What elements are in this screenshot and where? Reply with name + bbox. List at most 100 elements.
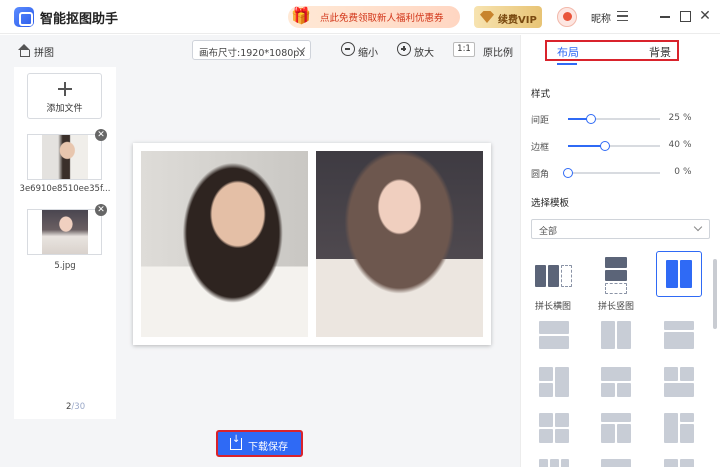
diamond-icon (480, 11, 494, 23)
border-slider[interactable]: 边框 40 % (531, 139, 711, 153)
spacing-slider[interactable]: 间距 25 % (531, 112, 711, 126)
template-long-vertical[interactable] (593, 253, 639, 299)
template-block (601, 459, 631, 467)
corner-radius-slider[interactable]: 圆角 0 % (531, 166, 711, 180)
template-block (539, 367, 553, 381)
style-section-title: 样式 (531, 89, 551, 100)
settings-panel: 布局 背景 样式 间距 25 % 边框 40 % 圆角 0 % 选择模板 全部 (520, 35, 720, 467)
zoom-out-button[interactable]: 缩小 (358, 44, 378, 59)
template-block (535, 265, 546, 287)
canvas-toolbar: 拼图 画布尺寸:1920*1080px 缩小 放大 1:1 原比例 (0, 35, 520, 67)
template-block (664, 332, 694, 349)
zoom-in-button[interactable]: 放大 (414, 44, 434, 59)
download-label: 下载保存 (248, 442, 288, 453)
template-block (555, 429, 569, 443)
template-block (664, 459, 678, 467)
slider-unit: % (683, 167, 692, 177)
template-option[interactable] (593, 363, 639, 409)
template-block (548, 265, 559, 287)
template-option[interactable] (656, 455, 702, 467)
template-block (601, 383, 615, 397)
slider-value: 25 (668, 113, 680, 123)
template-filter-select[interactable]: 全部 (531, 219, 710, 239)
file-count: 2/30 (66, 402, 85, 412)
template-option[interactable] (593, 409, 639, 455)
template-option[interactable] (656, 409, 702, 455)
file-thumbnail[interactable]: ✕ (27, 129, 107, 180)
minimize-icon[interactable] (658, 9, 672, 23)
template-label: 拼长横图 (535, 302, 572, 312)
template-block (605, 270, 627, 281)
slider-track[interactable] (568, 141, 660, 151)
download-save-button[interactable]: 下载保存 (216, 430, 303, 457)
remove-file-icon[interactable]: ✕ (95, 204, 107, 216)
slider-label: 边框 (531, 143, 550, 153)
slider-handle[interactable] (563, 168, 573, 178)
canvas-size-select[interactable]: 画布尺寸:1920*1080px (192, 40, 311, 60)
tab-background[interactable]: 背景 (649, 44, 671, 60)
breadcrumb[interactable]: 拼图 (34, 44, 54, 59)
download-icon (230, 434, 242, 450)
template-label: 拼长竖图 (598, 302, 635, 312)
template-block (664, 383, 694, 397)
home-icon[interactable] (18, 44, 30, 57)
collage-photo[interactable] (316, 151, 483, 337)
zoom-in-icon[interactable] (397, 42, 411, 56)
template-option[interactable] (531, 363, 577, 409)
slider-handle[interactable] (599, 141, 610, 151)
template-option[interactable] (531, 409, 577, 455)
template-block (664, 413, 678, 443)
avatar[interactable] (557, 7, 577, 27)
vip-label: 续费VIP (498, 15, 537, 26)
plus-icon (58, 82, 72, 96)
template-block (617, 383, 631, 397)
slider-value: 40 (668, 140, 680, 150)
slider-handle[interactable] (586, 114, 596, 124)
title-bar: 智能抠图助手 🎁 点此免费领取新人福利优惠券 续费VIP 昵称 ✕ (0, 0, 720, 34)
template-option[interactable] (656, 317, 702, 363)
chevron-down-icon (693, 222, 703, 232)
template-option[interactable] (593, 317, 639, 363)
template-block (666, 260, 678, 288)
template-block (555, 367, 569, 397)
slider-track[interactable] (563, 168, 660, 178)
tab-layout[interactable]: 布局 (557, 44, 579, 60)
template-option[interactable] (593, 455, 639, 467)
nickname[interactable]: 昵称 (591, 10, 611, 25)
template-block (664, 321, 694, 330)
remove-file-icon[interactable]: ✕ (95, 129, 107, 141)
template-option[interactable] (656, 363, 702, 409)
template-block (539, 321, 569, 334)
template-option[interactable] (531, 455, 577, 467)
template-block (601, 367, 631, 381)
template-block (680, 424, 694, 443)
template-long-horizontal[interactable] (531, 253, 577, 299)
promo-banner[interactable]: 🎁 点此免费领取新人福利优惠券 (288, 6, 460, 28)
renew-vip-button[interactable]: 续费VIP (474, 6, 542, 28)
zoom-out-icon[interactable] (341, 42, 355, 56)
ratio-badge[interactable]: 1:1 (453, 42, 475, 57)
menu-icon[interactable] (617, 11, 628, 21)
template-block (561, 459, 569, 467)
template-two-columns-selected[interactable] (656, 251, 702, 297)
file-thumbnail[interactable]: ✕ (27, 204, 107, 255)
original-ratio-button[interactable]: 原比例 (483, 44, 513, 59)
slider-track[interactable] (568, 114, 660, 124)
template-block (605, 283, 627, 294)
maximize-icon[interactable] (678, 9, 692, 23)
collage-photo[interactable] (141, 151, 308, 337)
template-filter-value: 全部 (539, 227, 558, 237)
template-block (539, 429, 553, 443)
template-option[interactable] (531, 317, 577, 363)
template-scrollbar[interactable] (713, 259, 717, 329)
add-file-button[interactable]: 添加文件 (27, 73, 102, 119)
collage-canvas[interactable] (133, 143, 491, 345)
template-block (561, 265, 572, 287)
template-block (617, 321, 631, 349)
template-block (539, 383, 553, 397)
template-block (601, 321, 615, 349)
template-block (550, 459, 559, 467)
close-icon[interactable]: ✕ (698, 9, 712, 23)
thumbnail-image (42, 210, 88, 254)
template-block (601, 413, 631, 422)
